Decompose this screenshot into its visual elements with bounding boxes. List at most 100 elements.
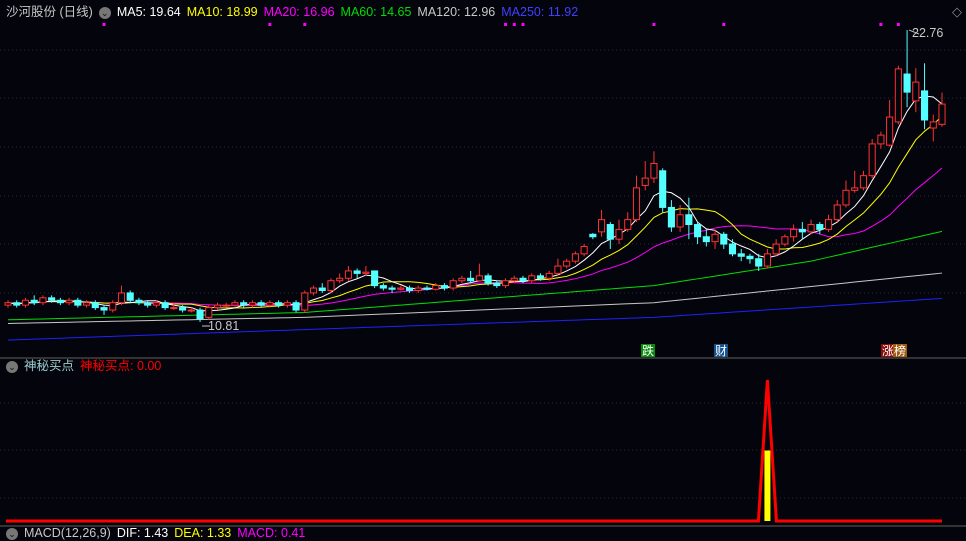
candle-down [13, 302, 21, 306]
candle-up [109, 302, 117, 311]
candle-down [179, 307, 187, 311]
tag-list[interactable]: 榜 [893, 344, 908, 358]
candle-up [851, 187, 859, 191]
candle-down [694, 224, 702, 238]
candle-down [816, 224, 824, 230]
candle-down [100, 307, 108, 311]
candle-up [449, 280, 457, 289]
chevron-down-icon[interactable]: ⌄ [98, 6, 111, 19]
candle-up [397, 287, 405, 290]
candle-down [74, 299, 82, 306]
candle-up [842, 189, 850, 206]
candle-down [135, 299, 143, 304]
candle-down [685, 214, 693, 226]
candle-up [824, 219, 833, 230]
candle-up [545, 272, 553, 279]
candle-up [938, 103, 946, 125]
candle-up [362, 271, 370, 274]
candle-up [641, 177, 649, 186]
candle-up [790, 228, 798, 238]
candle-up [650, 162, 658, 179]
macd-dif: DIF: 1.43 [116, 526, 169, 540]
candle-down [161, 302, 169, 309]
candle-down [48, 297, 56, 301]
candle-down [493, 282, 501, 287]
ma5-label: MA5: 19.64 [116, 5, 181, 19]
candle-down [30, 299, 38, 304]
candle-up [222, 304, 230, 307]
macd-name: MACD(12,26,9) [24, 526, 111, 540]
candle-up [301, 292, 309, 311]
signal-bar [764, 450, 771, 521]
candle-up [39, 297, 47, 304]
candle-down [144, 302, 152, 306]
candle-up [170, 307, 178, 310]
candle-down [519, 277, 527, 282]
signal-marker [521, 23, 525, 26]
candle-up [309, 287, 318, 294]
candle-down [56, 299, 64, 304]
candle-down [702, 236, 710, 243]
signal-marker [896, 23, 900, 26]
high-price-label: 22.76 [912, 26, 944, 40]
candle-down [728, 243, 737, 255]
candle-down [755, 258, 763, 267]
macd-header: ⌄ MACD(12,26,9) DIF: 1.43 DEA: 1.33 MACD… [6, 527, 305, 540]
signal-marker [879, 23, 883, 26]
tag-fall[interactable]: 跌 [641, 344, 656, 358]
tag-finance[interactable]: 财 [714, 344, 729, 358]
candle-up [344, 270, 352, 279]
expand-diamond-icon[interactable]: ◇ [952, 4, 962, 20]
candle-up [580, 246, 588, 255]
low-price-label: 10.81 [208, 319, 240, 333]
candle-down [292, 302, 300, 311]
candle-up [772, 243, 780, 255]
candle-up [21, 299, 30, 306]
candle-up [615, 228, 623, 240]
macd-dea: DEA: 1.33 [174, 526, 232, 540]
candle-up [807, 224, 815, 233]
candle-up [283, 302, 291, 306]
signal-marker [303, 23, 307, 26]
candle-down [737, 253, 745, 257]
ma250-label: MA250: 11.92 [501, 5, 579, 19]
candle-up [859, 175, 867, 189]
chart-canvas[interactable] [0, 0, 966, 541]
chevron-down-icon[interactable]: ⌄ [6, 527, 18, 540]
candle-up [327, 280, 335, 291]
candle-up [414, 287, 422, 291]
ma10-label: MA10: 18.99 [186, 5, 258, 19]
candle-up [510, 277, 518, 282]
candle-up [886, 116, 894, 146]
candle-down [423, 287, 431, 290]
stock-title: 沙河股份 (日线) [6, 5, 93, 19]
candle-down [91, 302, 99, 309]
candle-down [371, 270, 379, 287]
candle-down [746, 255, 754, 260]
ma10-line [7, 115, 943, 309]
chevron-down-icon[interactable]: ⌄ [6, 360, 18, 373]
signal-marker [102, 23, 106, 26]
candle-up [266, 302, 274, 306]
candle-down [257, 302, 265, 306]
candle-down [589, 233, 597, 238]
candle-up [571, 253, 579, 262]
candle-up [501, 280, 510, 287]
main-chart-header: 沙河股份 (日线) ⌄ MA5: 19.64 MA10: 18.99 MA20:… [6, 6, 578, 19]
indicator-name: 神秘买点 [24, 359, 75, 373]
candle-up [763, 253, 771, 267]
candle-up [563, 260, 571, 267]
candle-up [475, 275, 483, 282]
candle-up [554, 265, 562, 274]
candle-down [405, 287, 414, 291]
candle-up [152, 302, 160, 306]
candle-up [624, 219, 632, 230]
indicator-value: 神秘买点: 0.00 [80, 359, 162, 373]
ma5-line [7, 95, 943, 312]
ma120-label: MA120: 12.96 [417, 5, 496, 19]
macd-value: MACD: 0.41 [237, 526, 306, 540]
signal-marker [504, 23, 508, 26]
candle-up [877, 134, 885, 145]
signal-line [6, 379, 942, 523]
candle-up [231, 302, 239, 306]
